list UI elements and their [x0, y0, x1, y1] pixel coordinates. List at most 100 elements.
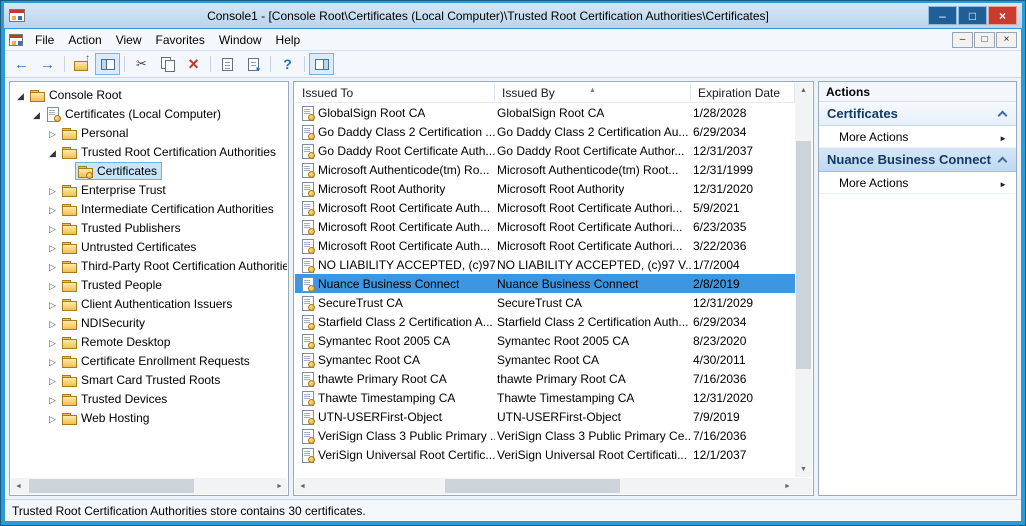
- copy-button[interactable]: [155, 53, 180, 75]
- collapsed-twisty-icon[interactable]: [46, 392, 59, 406]
- collapsed-twisty-icon[interactable]: [46, 202, 59, 216]
- menu-help[interactable]: Help: [269, 30, 308, 50]
- properties-button[interactable]: [215, 53, 240, 75]
- menu-file[interactable]: File: [28, 30, 61, 50]
- tree-item-intermediate-certification-authorities[interactable]: Intermediate Certification Authorities: [11, 199, 287, 218]
- tree-item-personal[interactable]: Personal: [11, 123, 287, 142]
- child-restore-button[interactable]: □: [974, 32, 995, 48]
- scroll-up-icon[interactable]: [795, 83, 812, 98]
- tree-item-certificates-local-computer[interactable]: Certificates (Local Computer): [11, 104, 287, 123]
- export-list-button[interactable]: [241, 53, 266, 75]
- certificate-row-microsoft-root-certificate-auth[interactable]: Microsoft Root Certificate Auth...Micros…: [295, 236, 795, 255]
- up-one-level-button[interactable]: [69, 53, 94, 75]
- actions-section-nuance-business-connect[interactable]: Nuance Business Connect: [819, 148, 1016, 172]
- menu-window[interactable]: Window: [212, 30, 269, 50]
- certificate-row-starfield-class-2-certification-a[interactable]: Starfield Class 2 Certification A...Star…: [295, 312, 795, 331]
- tree-item-smart-card-trusted-roots[interactable]: Smart Card Trusted Roots: [11, 370, 287, 389]
- collapsed-twisty-icon[interactable]: [46, 278, 59, 292]
- collapsed-twisty-icon[interactable]: [46, 411, 59, 425]
- tree-item-trusted-people[interactable]: Trusted People: [11, 275, 287, 294]
- tree-item-untrusted-certificates[interactable]: Untrusted Certificates: [11, 237, 287, 256]
- collapsed-twisty-icon[interactable]: [46, 354, 59, 368]
- tree-item-trusted-root-certification-authorities[interactable]: Trusted Root Certification Authorities: [11, 142, 287, 161]
- actions-section-certificates[interactable]: Certificates: [819, 102, 1016, 126]
- maximize-button[interactable]: □: [958, 6, 987, 25]
- certificate-row-microsoft-root-certificate-auth[interactable]: Microsoft Root Certificate Auth...Micros…: [295, 217, 795, 236]
- certificate-row-microsoft-root-certificate-auth[interactable]: Microsoft Root Certificate Auth...Micros…: [295, 198, 795, 217]
- collapse-chevron-icon[interactable]: [998, 157, 1008, 167]
- tree-item-certificates[interactable]: Certificates: [11, 161, 287, 180]
- scroll-left-icon[interactable]: [11, 478, 26, 494]
- menu-action[interactable]: Action: [61, 30, 108, 50]
- scroll-right-icon[interactable]: [272, 478, 287, 494]
- certificate-row-utn-userfirst-object[interactable]: UTN-USERFirst-ObjectUTN-USERFirst-Object…: [295, 407, 795, 426]
- certificate-row-thawte-primary-root-ca[interactable]: thawte Primary Root CAthawte Primary Roo…: [295, 369, 795, 388]
- more-actions-item-nuance-business-connect[interactable]: More Actions: [819, 172, 1016, 194]
- tree-hscroll-thumb[interactable]: [29, 479, 194, 493]
- tree-item-enterprise-trust[interactable]: Enterprise Trust: [11, 180, 287, 199]
- certificate-row-globalsign-root-ca[interactable]: GlobalSign Root CAGlobalSign Root CA1/28…: [295, 103, 795, 122]
- menu-favorites[interactable]: Favorites: [149, 30, 212, 50]
- scroll-left-icon[interactable]: [295, 478, 310, 494]
- titlebar[interactable]: Console1 - [Console Root\Certificates (L…: [4, 3, 1022, 28]
- certificate-row-go-daddy-class-2-certification[interactable]: Go Daddy Class 2 Certification ...Go Dad…: [295, 122, 795, 141]
- certificate-row-microsoft-authenticode-tm-ro[interactable]: Microsoft Authenticode(tm) Ro...Microsof…: [295, 160, 795, 179]
- cut-button[interactable]: [129, 53, 154, 75]
- certificate-row-nuance-business-connect[interactable]: Nuance Business ConnectNuance Business C…: [295, 274, 795, 293]
- certificate-row-go-daddy-root-certificate-auth[interactable]: Go Daddy Root Certificate Auth...Go Dadd…: [295, 141, 795, 160]
- tree-item-certificate-enrollment-requests[interactable]: Certificate Enrollment Requests: [11, 351, 287, 370]
- forward-button[interactable]: [35, 53, 60, 75]
- column-header-expiration-date[interactable]: Expiration Date: [691, 83, 795, 102]
- certificate-row-microsoft-root-authority[interactable]: Microsoft Root AuthorityMicrosoft Root A…: [295, 179, 795, 198]
- collapsed-twisty-icon[interactable]: [46, 297, 59, 311]
- close-button[interactable]: ×: [988, 6, 1017, 25]
- tree-item-trusted-publishers[interactable]: Trusted Publishers: [11, 218, 287, 237]
- collapsed-twisty-icon[interactable]: [46, 373, 59, 387]
- certificate-row-securetrust-ca[interactable]: SecureTrust CASecureTrust CA12/31/2029: [295, 293, 795, 312]
- certificate-row-no-liability-accepted-c-97[interactable]: NO LIABILITY ACCEPTED, (c)97 ...NO LIABI…: [295, 255, 795, 274]
- help-button[interactable]: [275, 53, 300, 75]
- expanded-twisty-icon[interactable]: [14, 88, 27, 102]
- issued-by-text: NO LIABILITY ACCEPTED, (c)97 V...: [497, 258, 691, 272]
- certificate-row-verisign-universal-root-certific[interactable]: VeriSign Universal Root Certific...VeriS…: [295, 445, 795, 464]
- column-header-issued-to[interactable]: Issued To: [295, 83, 495, 102]
- collapsed-twisty-icon[interactable]: [46, 126, 59, 140]
- tree-item-ndisecurity[interactable]: NDISecurity: [11, 313, 287, 332]
- tree-item-trusted-devices[interactable]: Trusted Devices: [11, 389, 287, 408]
- column-header-issued-by[interactable]: Issued By: [495, 83, 691, 102]
- child-minimize-button[interactable]: –: [952, 32, 973, 48]
- menu-view[interactable]: View: [109, 30, 149, 50]
- collapsed-twisty-icon[interactable]: [46, 183, 59, 197]
- scroll-down-icon[interactable]: [795, 462, 812, 477]
- minimize-button[interactable]: –: [928, 6, 957, 25]
- delete-button[interactable]: [181, 53, 206, 75]
- more-actions-item-certificates[interactable]: More Actions: [819, 126, 1016, 148]
- collapsed-twisty-icon[interactable]: [46, 335, 59, 349]
- certificate-row-symantec-root-2005-ca[interactable]: Symantec Root 2005 CASymantec Root 2005 …: [295, 331, 795, 350]
- collapsed-twisty-icon[interactable]: [46, 221, 59, 235]
- tree-item-console-root[interactable]: Console Root: [11, 85, 287, 104]
- show-console-tree-button[interactable]: [95, 53, 120, 75]
- tree-horizontal-scrollbar[interactable]: [11, 478, 287, 494]
- expanded-twisty-icon[interactable]: [30, 107, 43, 121]
- list-vertical-scrollbar[interactable]: [795, 83, 812, 477]
- tree-item-remote-desktop[interactable]: Remote Desktop: [11, 332, 287, 351]
- collapsed-twisty-icon[interactable]: [46, 259, 59, 273]
- list-vscroll-thumb[interactable]: [796, 141, 811, 369]
- certificate-row-symantec-root-ca[interactable]: Symantec Root CASymantec Root CA4/30/201…: [295, 350, 795, 369]
- expanded-twisty-icon[interactable]: [46, 145, 59, 159]
- show-action-pane-button[interactable]: [309, 53, 334, 75]
- back-button[interactable]: [9, 53, 34, 75]
- list-hscroll-thumb[interactable]: [445, 479, 620, 493]
- collapsed-twisty-icon[interactable]: [46, 316, 59, 330]
- tree-item-client-authentication-issuers[interactable]: Client Authentication Issuers: [11, 294, 287, 313]
- scroll-right-icon[interactable]: [780, 478, 795, 494]
- certificate-row-thawte-timestamping-ca[interactable]: Thawte Timestamping CAThawte Timestampin…: [295, 388, 795, 407]
- tree-item-web-hosting[interactable]: Web Hosting: [11, 408, 287, 427]
- collapse-chevron-icon[interactable]: [998, 111, 1008, 121]
- list-horizontal-scrollbar[interactable]: [295, 478, 795, 494]
- collapsed-twisty-icon[interactable]: [46, 240, 59, 254]
- tree-item-third-party-root-certification-authorities[interactable]: Third-Party Root Certification Authoriti…: [11, 256, 287, 275]
- certificate-row-verisign-class-3-public-primary[interactable]: VeriSign Class 3 Public Primary ...VeriS…: [295, 426, 795, 445]
- child-close-button[interactable]: ×: [996, 32, 1017, 48]
